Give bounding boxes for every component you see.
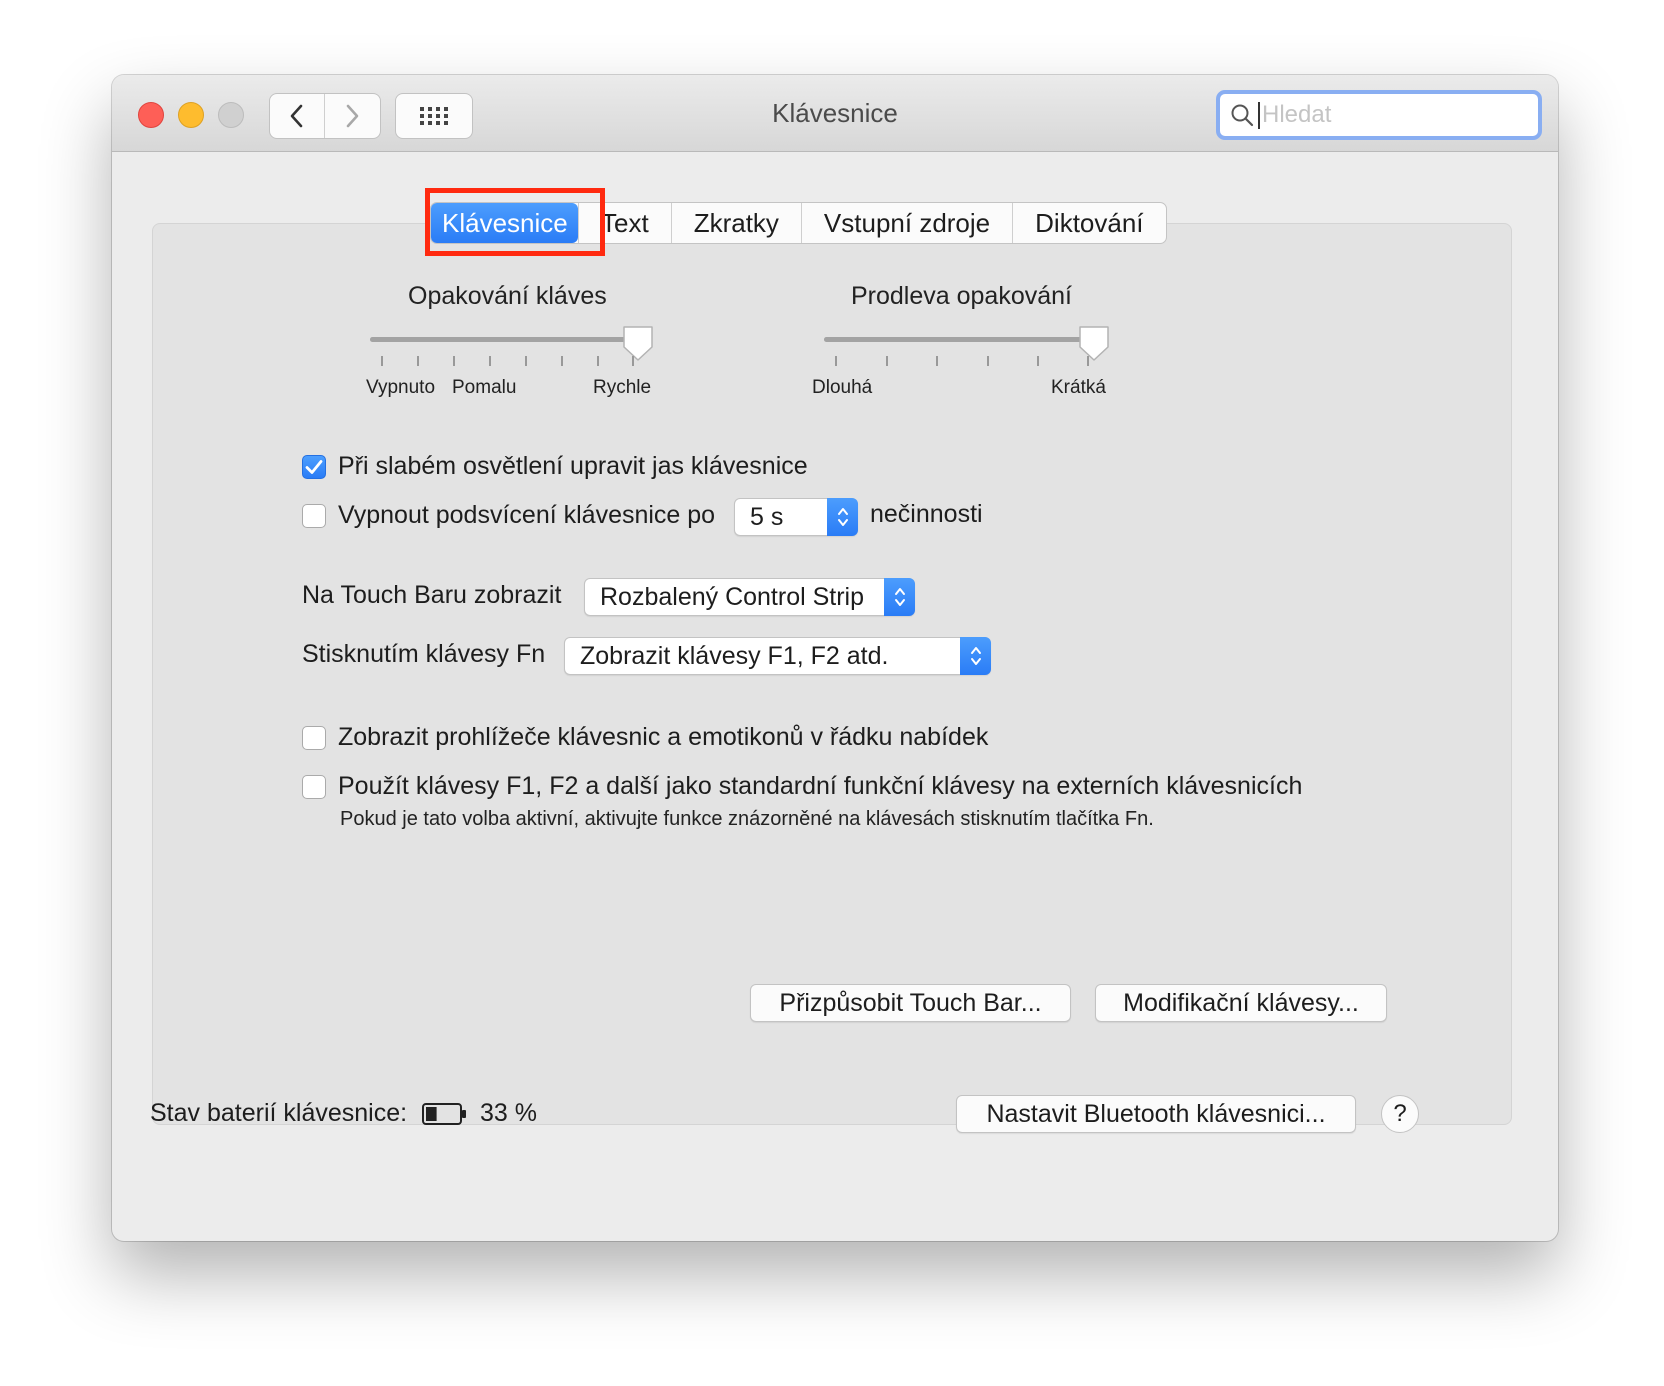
fn-key-popup[interactable]: Zobrazit klávesy F1, F2 atd. [564, 637, 991, 675]
chevron-up-down-icon [970, 647, 981, 665]
show-viewers-label: Zobrazit prohlížeče klávesnic a emotikon… [338, 723, 989, 751]
search-field[interactable] [1216, 90, 1542, 140]
slider-tick [835, 356, 837, 366]
key-repeat-label-slow: Pomalu [452, 377, 517, 398]
use-fkeys-label: Použít klávesy F1, F2 a další jako stand… [338, 772, 1303, 800]
key-repeat-slider-thumb[interactable] [621, 325, 655, 363]
checkmark-icon [305, 459, 323, 474]
slider-tick [381, 356, 383, 366]
modifier-keys-button[interactable]: Modifikační klávesy... [1095, 984, 1387, 1022]
customize-touch-bar-button[interactable]: Přizpůsobit Touch Bar... [750, 984, 1071, 1022]
slider-tick [453, 356, 455, 366]
chevron-up-down-icon [894, 588, 905, 606]
fn-key-label: Stisknutím klávesy Fn [302, 640, 546, 668]
slider-tick [936, 356, 938, 366]
popup-arrows [884, 578, 915, 616]
slider-tick [561, 356, 563, 366]
slider-tick [987, 356, 989, 366]
slider-tick [597, 356, 599, 366]
slider-tick [417, 356, 419, 366]
use-fkeys-option[interactable]: Použít klávesy F1, F2 a další jako stand… [302, 772, 1302, 801]
battery-icon [422, 1103, 466, 1125]
setup-bluetooth-keyboard-button[interactable]: Nastavit Bluetooth klávesnici... [956, 1095, 1356, 1133]
backlight-timeout-value: 5 s [750, 503, 784, 531]
repeat-delay-label-short: Krátká [1051, 377, 1106, 398]
battery-percentage: 33 % [480, 1099, 537, 1127]
search-input[interactable] [1262, 94, 1522, 136]
battery-status-label: Stav baterií klávesnice: [150, 1099, 408, 1127]
key-repeat-slider-fill [370, 337, 638, 342]
slider-tick [525, 356, 527, 366]
fn-key-value: Zobrazit klávesy F1, F2 atd. [580, 642, 889, 670]
repeat-delay-slider[interactable] [824, 326, 1109, 361]
backlight-timeout-popup[interactable]: 5 s [734, 498, 858, 536]
backlight-off-option[interactable]: Vypnout podsvícení klávesnice po [302, 501, 715, 530]
adjust-brightness-checkbox[interactable] [302, 454, 326, 479]
slider-tick [886, 356, 888, 366]
tab-dictation[interactable]: Diktování [1012, 203, 1165, 243]
touch-bar-value: Rozbalený Control Strip [600, 583, 865, 611]
popup-arrows [960, 637, 991, 675]
show-viewers-checkbox[interactable] [302, 725, 326, 750]
touch-bar-label: Na Touch Baru zobrazit [302, 581, 562, 609]
show-viewers-option[interactable]: Zobrazit prohlížeče klávesnic a emotikon… [302, 723, 988, 752]
adjust-brightness-label: Při slabém osvětlení upravit jas klávesn… [338, 452, 808, 480]
touch-bar-popup[interactable]: Rozbalený Control Strip [584, 578, 915, 616]
key-repeat-label-fast: Rychle [593, 377, 652, 398]
adjust-brightness-option[interactable]: Při slabém osvětlení upravit jas klávesn… [302, 452, 808, 481]
highlight-box [425, 188, 605, 256]
help-button[interactable]: ? [1381, 1095, 1419, 1133]
repeat-delay-slider-thumb[interactable] [1077, 325, 1111, 363]
key-repeat-label-off: Vypnuto [366, 377, 436, 398]
use-fkeys-checkbox[interactable] [302, 774, 326, 799]
repeat-delay-title: Prodleva opakování [851, 282, 1072, 310]
slider-tick [489, 356, 491, 366]
chevron-up-down-icon [837, 508, 848, 526]
search-icon [1231, 104, 1254, 127]
repeat-delay-label-long: Dlouhá [812, 377, 873, 398]
tab-shortcuts[interactable]: Zkratky [670, 203, 801, 243]
key-repeat-title: Opakování kláves [408, 282, 607, 310]
popup-arrows [827, 498, 858, 536]
keyboard-preferences-window: Klávesnice Klávesnice Text Zkratky Vstup… [112, 75, 1558, 1241]
repeat-delay-slider-fill [824, 337, 1094, 342]
use-fkeys-note: Pokud je tato volba aktivní, aktivujte f… [340, 808, 1154, 830]
title-bar: Klávesnice [112, 75, 1558, 152]
key-repeat-slider[interactable] [370, 326, 653, 361]
backlight-off-label: Vypnout podsvícení klávesnice po [338, 501, 716, 529]
slider-tick [632, 356, 634, 366]
text-cursor [1258, 102, 1260, 129]
tab-input-sources[interactable]: Vstupní zdroje [800, 203, 1012, 243]
backlight-off-checkbox[interactable] [302, 503, 326, 528]
slider-tick [1037, 356, 1039, 366]
backlight-off-suffix: nečinnosti [870, 500, 983, 528]
slider-tick [1087, 356, 1089, 366]
